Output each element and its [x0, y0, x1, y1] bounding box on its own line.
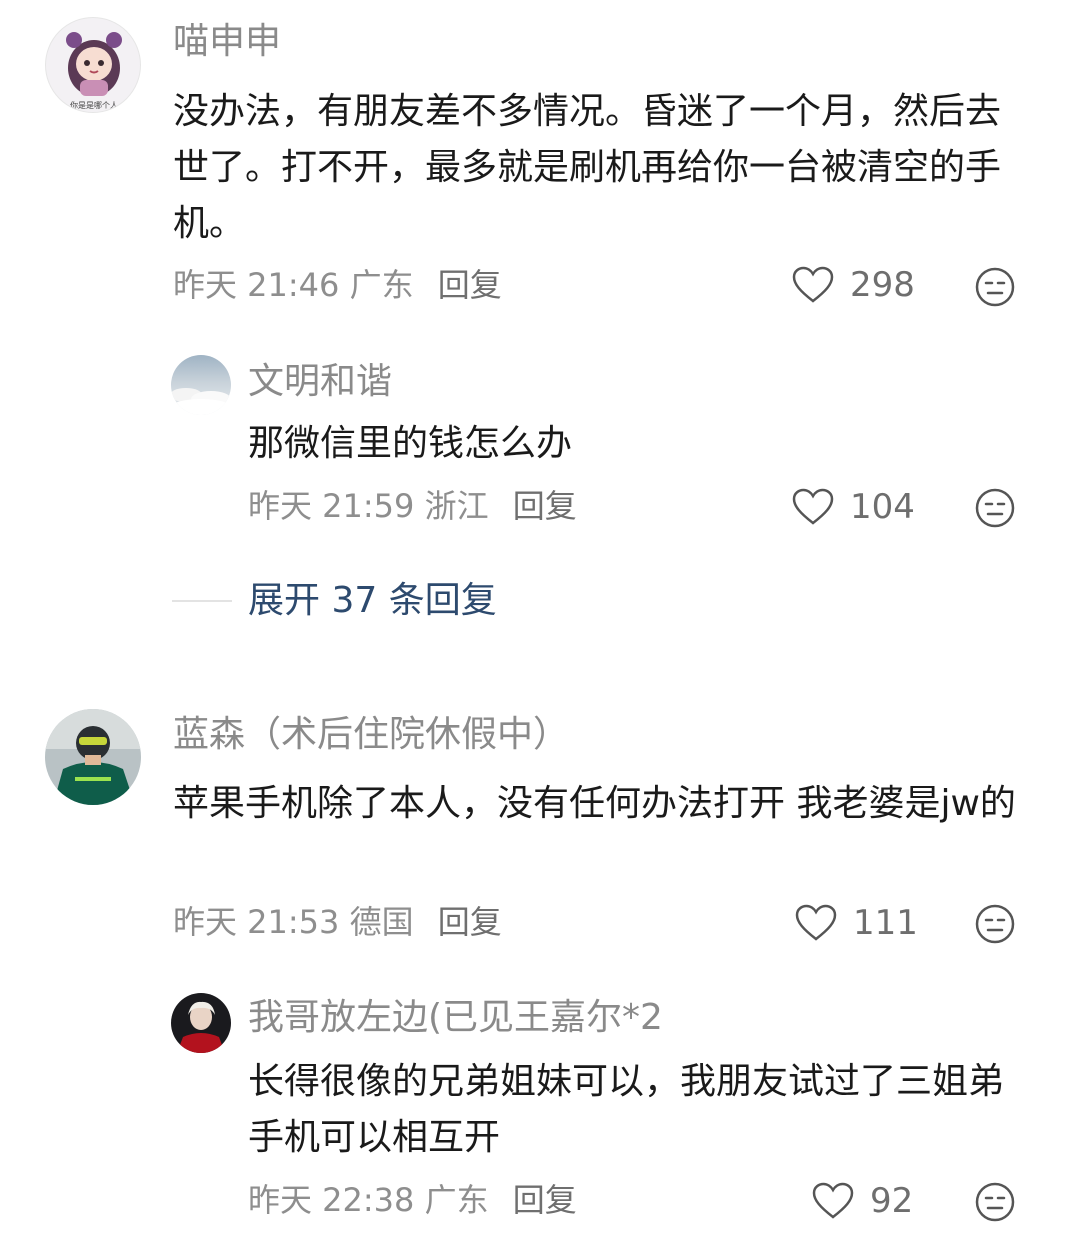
username[interactable]: 文明和谐: [248, 364, 392, 400]
reply-button[interactable]: 回复: [438, 266, 502, 304]
avatar[interactable]: [171, 355, 231, 415]
heart-outline-icon: [792, 266, 834, 303]
dislike-button[interactable]: [975, 904, 1015, 948]
timestamp-location: 昨天 22:38 广东: [248, 1181, 489, 1219]
heart-outline-icon: [792, 488, 834, 525]
dislike-button[interactable]: [975, 1182, 1015, 1226]
cloud-sky-avatar-icon: [171, 355, 231, 415]
cartoon-girl-avatar-icon: [66, 32, 122, 96]
reply-meta: 昨天 22:38 广东 回复: [248, 1184, 577, 1216]
meh-face-icon: [975, 488, 1015, 528]
comment-meta: 昨天 21:46 广东 回复: [173, 269, 502, 301]
like-button[interactable]: 104: [792, 487, 915, 527]
like-count: 298: [850, 265, 915, 305]
comment-meta: 昨天 21:53 德国 回复: [173, 906, 502, 938]
like-button[interactable]: 92: [812, 1181, 913, 1221]
avatar[interactable]: [171, 993, 231, 1053]
portrait-avatar-icon: [171, 993, 231, 1053]
like-button[interactable]: 111: [795, 903, 918, 943]
timestamp-location: 昨天 21:46 广东: [173, 266, 414, 304]
dislike-button[interactable]: [975, 267, 1015, 311]
like-count: 92: [870, 1181, 914, 1221]
expand-divider: [172, 600, 232, 602]
username[interactable]: 喵申申: [173, 24, 281, 60]
meh-face-icon: [975, 904, 1015, 944]
like-count: 111: [853, 903, 918, 943]
reply-button[interactable]: 回复: [438, 903, 502, 941]
timestamp-location: 昨天 21:53 德国: [173, 903, 414, 941]
avatar-caption: 你是是哪个人: [70, 101, 118, 110]
comment-text: 苹果手机除了本人，没有任何办法打开 我老婆是jw的: [173, 783, 1016, 824]
dislike-button[interactable]: [975, 488, 1015, 532]
meh-face-icon: [975, 1182, 1015, 1222]
reply-button[interactable]: 回复: [513, 1181, 577, 1219]
timestamp-location: 昨天 21:59 浙江: [248, 487, 489, 525]
reply-meta: 昨天 21:59 浙江 回复: [248, 490, 577, 522]
racing-driver-avatar-icon: [45, 709, 141, 805]
reply-button[interactable]: 回复: [513, 487, 577, 525]
meh-face-icon: [975, 267, 1015, 307]
avatar[interactable]: 你是是哪个人: [45, 17, 141, 113]
reply-text: 长得很像的兄弟姐妹可以，我朋友试过了三姐弟手机可以相互开: [248, 1061, 1005, 1158]
expand-replies-button[interactable]: 展开 37 条回复: [248, 583, 497, 619]
heart-outline-icon: [795, 904, 837, 941]
like-count: 104: [850, 487, 915, 527]
reply-text: 那微信里的钱怎么办: [248, 423, 573, 464]
avatar[interactable]: [45, 709, 141, 805]
comment-text: 没办法，有朋友差不多情况。昏迷了一个月，然后去世了。打不开，最多就是刷机再给你一…: [173, 91, 1002, 244]
heart-outline-icon: [812, 1182, 854, 1219]
like-button[interactable]: 298: [792, 265, 915, 305]
username[interactable]: 蓝森（术后住院休假中）: [173, 717, 569, 753]
username[interactable]: 我哥放左边(已见王嘉尔*2: [248, 1000, 663, 1036]
